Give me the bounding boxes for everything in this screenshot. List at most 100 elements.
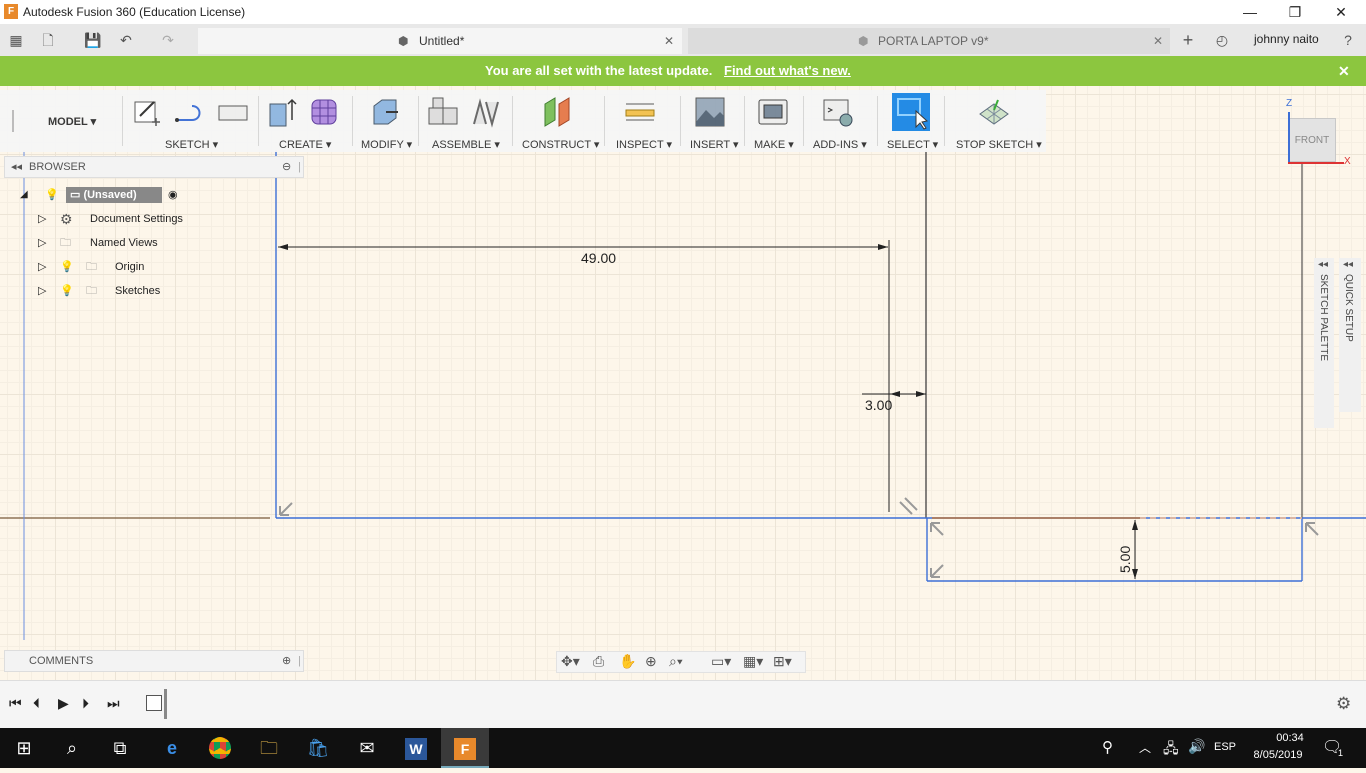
collapse-icon[interactable]: ◂◂ [1343,259,1353,270]
joint-icon[interactable] [470,96,502,128]
look-at-icon[interactable]: ⎙ [593,653,604,670]
create-menu[interactable]: CREATE ▾ [279,138,331,151]
help-icon[interactable]: ? [1338,30,1358,50]
step-back-icon[interactable]: ⏴ [33,695,40,712]
scripts-addins-icon[interactable] [822,96,854,128]
mail-icon[interactable]: ✉ [343,728,391,768]
store-icon[interactable]: 🛍 [294,728,342,768]
pan-icon[interactable]: ✋ [619,653,636,670]
press-pull-icon[interactable] [368,96,400,128]
add-comment-icon[interactable]: ⊕ [282,651,291,671]
collapse-browser-icon[interactable]: ◂◂ [11,157,22,177]
lightbulb-off-icon[interactable]: 💡 [60,255,74,279]
rectangle-tool-icon[interactable] [217,96,249,128]
lightbulb-icon[interactable]: 💡 [60,279,74,303]
expand-icon[interactable]: ▷ [38,279,46,303]
3d-print-icon[interactable] [757,96,789,128]
dimension-gap[interactable]: 3.00 [865,397,892,413]
people-icon[interactable]: ⚲ [1102,738,1113,756]
insert-canvas-icon[interactable] [694,96,726,128]
root-label[interactable]: ▭ (Unsaved) [66,187,162,203]
zoom-icon[interactable]: ⊕ [645,653,657,670]
expand-icon[interactable]: ▷ [38,207,46,231]
save-icon[interactable]: 💾 [83,30,103,50]
tab-untitled[interactable]: ⬢ Untitled* ✕ [198,28,682,54]
minimize-browser-icon[interactable]: ⊖ [282,157,291,177]
collapse-icon[interactable]: ◂◂ [1318,259,1328,270]
quick-setup-panel[interactable]: ◂◂ QUICK SETUP [1339,258,1361,412]
dimension-height[interactable]: 5.00 [1117,539,1133,573]
file-explorer-icon[interactable]: 🗀 [245,728,293,768]
new-tab-icon[interactable]: + [1178,30,1198,50]
activate-radio-icon[interactable]: ◉ [168,183,178,207]
windows-start-icon[interactable]: ⊞ [0,728,48,768]
viewports-icon[interactable]: ⊞▾ [773,653,792,670]
grid-settings-icon[interactable]: ▦▾ [743,653,763,670]
minimize-button[interactable]: — [1230,2,1270,22]
lightbulb-icon[interactable]: 💡 [45,183,59,207]
restore-button[interactable]: ❐ [1275,2,1315,22]
offset-plane-icon[interactable] [541,96,573,128]
timeline-settings-icon[interactable]: ⚙ [1336,694,1351,714]
create-sketch-icon[interactable] [132,96,164,128]
redo-icon[interactable]: ↷ [158,30,178,50]
chrome-icon[interactable] [196,728,244,768]
undo-icon[interactable]: ↶ [116,30,136,50]
viewcube[interactable]: FRONT Z X [1286,98,1356,168]
fit-icon[interactable]: ⌕▾ [669,653,683,670]
browser-root[interactable]: ◢ 💡 ▭ (Unsaved) ◉ [4,183,276,207]
tree-collapse-icon[interactable]: ◢ [20,183,28,207]
user-name[interactable]: johnny naito [1254,32,1319,46]
expand-icon[interactable]: ▷ [38,255,46,279]
browser-item-sketches[interactable]: ▷ 💡 🗀 Sketches [4,279,276,303]
modify-menu[interactable]: MODIFY ▾ [361,138,412,151]
search-icon[interactable]: ⌕ [48,728,96,768]
banner-close-icon[interactable]: ✕ [1338,56,1350,86]
pin-comments-icon[interactable]: | [298,651,301,671]
stop-sketch-icon[interactable] [978,96,1010,128]
fusion-taskbar-icon[interactable]: F [441,728,489,768]
step-forward-icon[interactable]: ⏵ [82,695,89,712]
line-tool-icon[interactable] [174,96,206,128]
task-view-icon[interactable]: ⧉ [96,728,144,768]
browser-panel-header[interactable]: ◂◂ BROWSER ⊖ | [4,156,304,178]
language-indicator[interactable]: ESP [1214,741,1236,753]
comments-panel-header[interactable]: COMMENTS ⊕ | [4,650,304,672]
add-ins-menu[interactable]: ADD-INS ▾ [813,138,867,151]
tab-porta-laptop[interactable]: ⬢ PORTA LAPTOP v9* ✕ [688,28,1170,54]
assemble-menu[interactable]: ASSEMBLE ▾ [432,138,500,151]
file-menu-icon[interactable]: 🗋 [38,30,58,50]
viewcube-front-face[interactable]: FRONT [1288,118,1336,162]
browser-item-origin[interactable]: ▷ 💡 🗀 Origin [4,255,276,279]
measure-icon[interactable] [624,96,656,128]
job-status-icon[interactable]: ◴ [1212,30,1232,50]
sketch-palette-panel[interactable]: ◂◂ SKETCH PALETTE [1314,258,1334,428]
select-tool-button[interactable] [892,93,930,131]
form-icon[interactable] [308,96,340,128]
insert-menu[interactable]: INSERT ▾ [690,138,739,151]
close-tab-icon[interactable]: ✕ [1153,28,1163,54]
construct-menu[interactable]: CONSTRUCT ▾ [522,138,599,151]
workspace-switcher[interactable]: MODEL ▾ [48,115,96,128]
close-window-button[interactable]: ✕ [1321,2,1361,22]
orbit-icon[interactable]: ✥▾ [561,653,580,670]
extrude-icon[interactable] [266,96,298,128]
expand-icon[interactable]: ▷ [38,231,46,255]
make-menu[interactable]: MAKE ▾ [754,138,794,151]
sketch-menu[interactable]: SKETCH ▾ [165,138,218,151]
edge-browser-icon[interactable]: e [148,728,196,768]
show-hidden-icons[interactable]: ︿ [1139,739,1151,756]
clock-time[interactable]: 00:34 [1262,732,1318,744]
browser-item-document-settings[interactable]: ▷ ⚙ Document Settings [4,207,276,231]
timeline-marker[interactable] [164,689,167,719]
new-component-icon[interactable] [427,96,459,128]
browser-item-named-views[interactable]: ▷ 🗀 Named Views [4,231,276,255]
clock-date[interactable]: 8/05/2019 [1248,749,1308,761]
stop-sketch-button[interactable]: STOP SKETCH ▾ [956,138,1042,151]
go-to-end-icon[interactable]: ⏭ [107,695,120,712]
apps-grid-icon[interactable]: ▦ [6,30,26,50]
volume-icon[interactable]: 🔊 [1188,738,1205,755]
play-icon[interactable]: ▶ [58,695,69,712]
network-icon[interactable]: 🖧 [1163,738,1179,762]
display-settings-icon[interactable]: ▭▾ [711,653,731,670]
